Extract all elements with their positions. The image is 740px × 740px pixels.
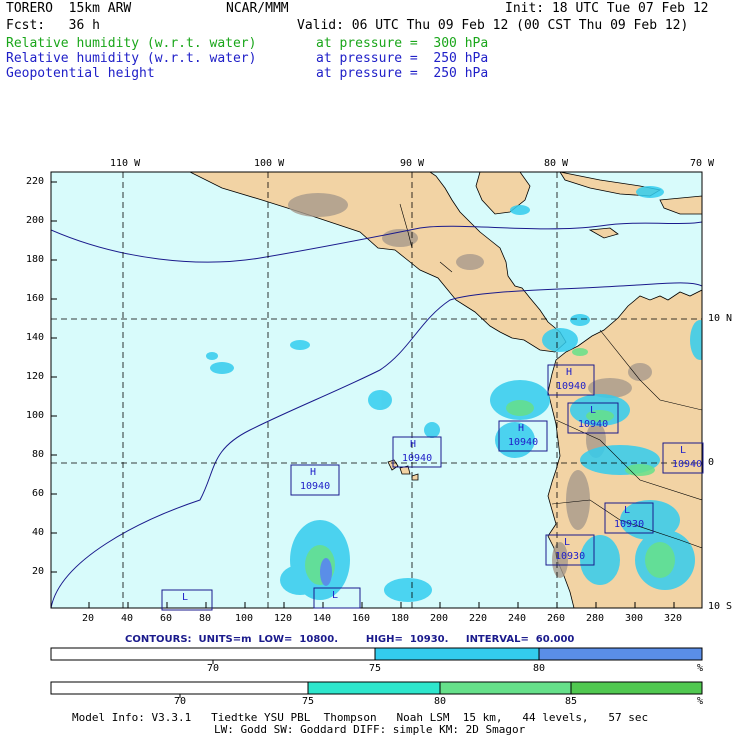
colorbar-tick: 70: [174, 696, 187, 707]
colorbar-rh300: [50, 681, 703, 698]
colorbar-tick: 80: [434, 696, 447, 707]
model-info-line2: LW: Godd SW: Goddard DIFF: simple KM: 2D…: [214, 723, 526, 736]
colorbar-unit: %: [697, 696, 704, 707]
colorbar-tick: 75: [302, 696, 315, 707]
colorbar-tick: 85: [565, 696, 578, 707]
